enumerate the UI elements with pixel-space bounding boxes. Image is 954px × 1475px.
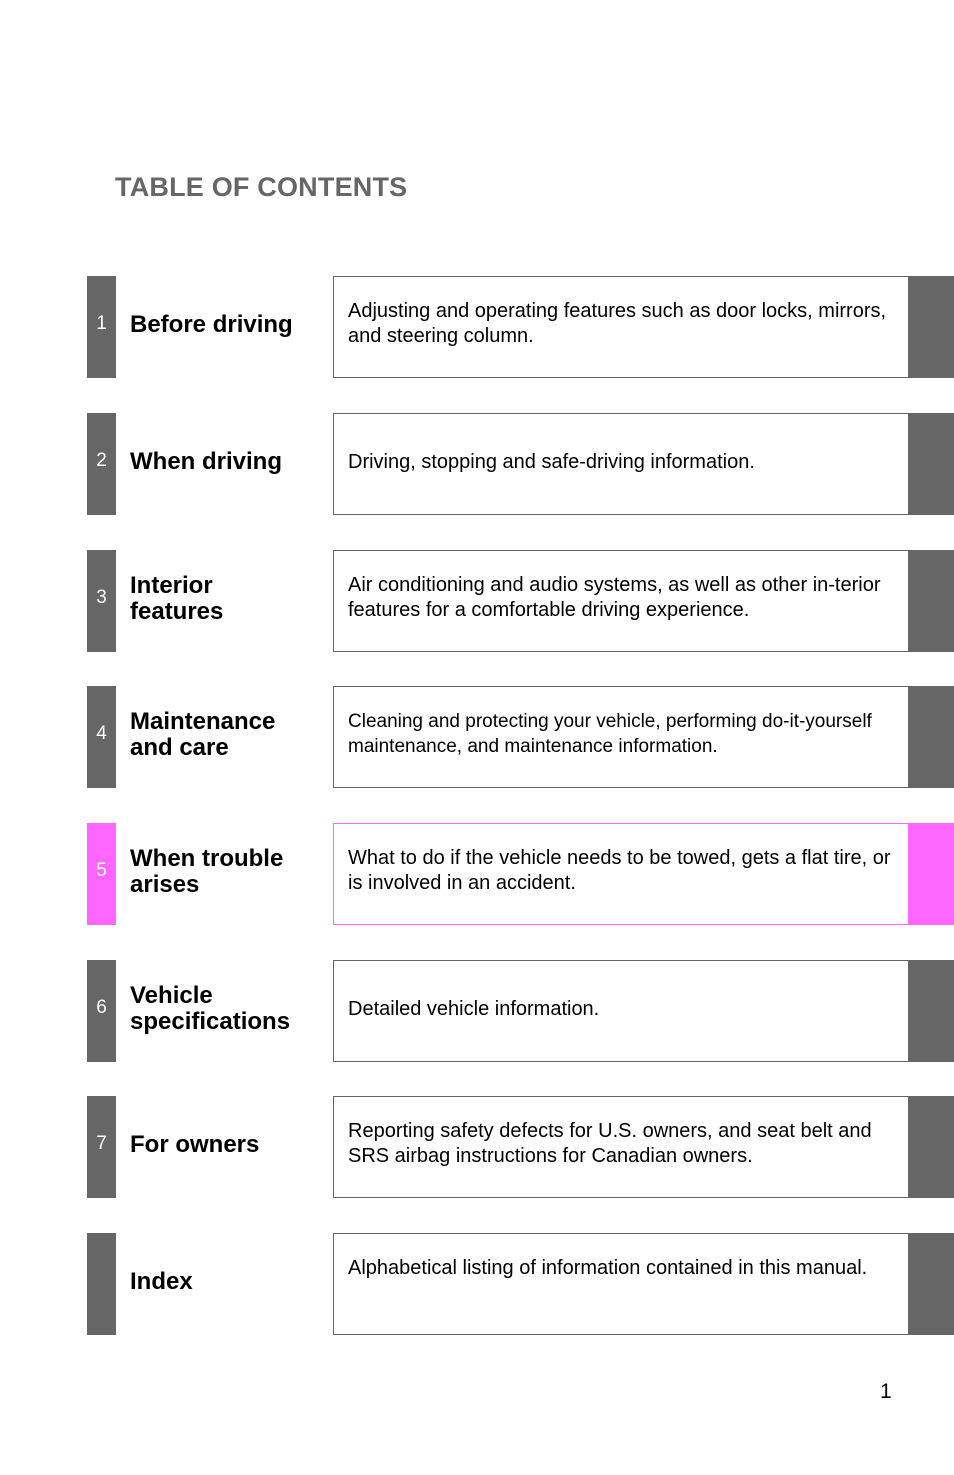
section-description: Air conditioning and audio systems, as w… (333, 550, 908, 652)
section-description: Cleaning and protecting your vehicle, pe… (333, 686, 908, 788)
section-edge-tab[interactable] (908, 550, 954, 652)
section-heading[interactable]: For owners (130, 1096, 330, 1198)
toc-row-when-trouble-arises[interactable]: 5 When trouble arises What to do if the … (87, 823, 954, 925)
toc-row-interior-features[interactable]: 3 Interior features Air conditioning and… (87, 550, 954, 652)
toc-row-when-driving[interactable]: 2 When driving Driving, stopping and saf… (87, 413, 954, 515)
section-edge-tab[interactable] (908, 686, 954, 788)
section-heading[interactable]: Index (130, 1233, 330, 1335)
section-heading[interactable]: Vehicle specifications (130, 960, 310, 1062)
section-description: Reporting safety defects for U.S. owners… (333, 1096, 908, 1198)
section-number-tab (87, 1233, 116, 1335)
section-edge-tab[interactable] (908, 1233, 954, 1335)
section-edge-tab[interactable] (908, 960, 954, 1062)
section-heading[interactable]: Maintenance and care (130, 686, 300, 788)
toc-row-for-owners[interactable]: 7 For owners Reporting safety defects fo… (87, 1096, 954, 1198)
toc-row-maintenance-and-care[interactable]: 4 Maintenance and care Cleaning and prot… (87, 686, 954, 788)
section-edge-tab[interactable] (908, 276, 954, 378)
section-description: Detailed vehicle information. (333, 960, 908, 1062)
section-number-tab: 2 (87, 413, 116, 515)
section-heading[interactable]: Interior features (130, 550, 280, 652)
page-title: TABLE OF CONTENTS (115, 172, 408, 202)
section-heading[interactable]: When trouble arises (130, 823, 310, 925)
section-edge-tab[interactable] (908, 823, 954, 925)
toc-row-before-driving[interactable]: 1 Before driving Adjusting and operating… (87, 276, 954, 378)
section-description: What to do if the vehicle needs to be to… (333, 823, 908, 925)
section-number-tab: 6 (87, 960, 116, 1062)
section-number-tab: 5 (87, 823, 116, 925)
toc-row-index[interactable]: Index Alphabetical listing of informatio… (87, 1233, 954, 1335)
section-number-tab: 4 (87, 686, 116, 788)
section-edge-tab[interactable] (908, 413, 954, 515)
section-edge-tab[interactable] (908, 1096, 954, 1198)
section-description: Alphabetical listing of information cont… (333, 1233, 908, 1335)
section-number-tab: 1 (87, 276, 116, 378)
section-number-tab: 3 (87, 550, 116, 652)
section-description: Driving, stopping and safe-driving infor… (333, 413, 908, 515)
section-heading[interactable]: When driving (130, 413, 330, 515)
page-number: 1 (880, 1380, 892, 1403)
section-heading[interactable]: Before driving (130, 276, 330, 378)
toc-row-vehicle-specifications[interactable]: 6 Vehicle specifications Detailed vehicl… (87, 960, 954, 1062)
section-number-tab: 7 (87, 1096, 116, 1198)
section-description: Adjusting and operating features such as… (333, 276, 908, 378)
